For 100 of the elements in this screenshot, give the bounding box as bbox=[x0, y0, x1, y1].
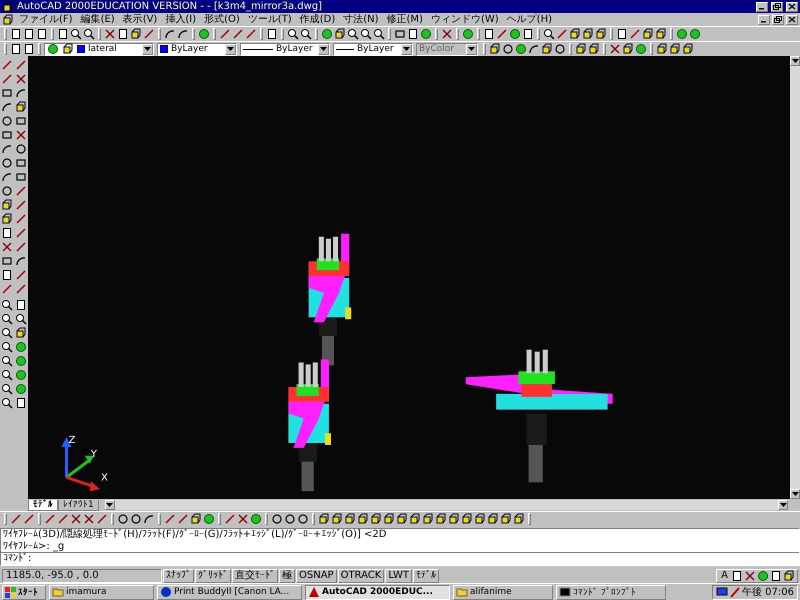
page-icon[interactable] bbox=[23, 28, 35, 40]
circle-tool-icon[interactable] bbox=[15, 143, 27, 155]
line-tool-icon[interactable] bbox=[44, 513, 56, 525]
sphere-icon[interactable] bbox=[462, 28, 474, 40]
menu-item[interactable]: ファイル(F) bbox=[16, 14, 76, 26]
line-tool-icon[interactable] bbox=[15, 59, 27, 71]
cube-tool-icon[interactable] bbox=[461, 513, 473, 525]
page-icon[interactable] bbox=[1, 227, 13, 239]
zoom-icon[interactable] bbox=[15, 313, 27, 325]
cube-tool-icon[interactable] bbox=[656, 43, 668, 55]
cube-tool-icon[interactable] bbox=[370, 513, 382, 525]
cube-tool-icon[interactable] bbox=[344, 513, 356, 525]
line-tool-icon[interactable] bbox=[164, 513, 176, 525]
line-tool-icon[interactable] bbox=[224, 513, 236, 525]
arc-tool-icon[interactable] bbox=[15, 255, 27, 267]
sphere-icon[interactable] bbox=[47, 43, 59, 55]
circle-tool-icon[interactable] bbox=[1, 185, 13, 197]
cube-tool-icon[interactable] bbox=[2, 14, 14, 26]
line-tool-icon[interactable] bbox=[1, 59, 13, 71]
cube-tool-icon[interactable] bbox=[448, 513, 460, 525]
zoom-icon[interactable] bbox=[1, 383, 13, 395]
line-tool-icon[interactable] bbox=[232, 28, 244, 40]
rectangle-tool-icon[interactable] bbox=[1, 129, 13, 141]
close-icon[interactable] bbox=[788, 3, 796, 10]
menu-item[interactable]: 表示(V) bbox=[120, 14, 160, 26]
status-toggle[interactable]: OTRACK bbox=[338, 568, 384, 582]
zoom-icon[interactable] bbox=[1, 327, 13, 339]
line-tool-icon[interactable] bbox=[15, 283, 27, 295]
cube-tool-icon[interactable] bbox=[334, 28, 346, 40]
line-tool-icon[interactable] bbox=[556, 28, 568, 40]
zoom-icon[interactable] bbox=[287, 28, 299, 40]
cube-tool-icon[interactable] bbox=[357, 513, 369, 525]
sphere-icon[interactable] bbox=[250, 513, 262, 525]
menu-item[interactable]: 編集(E) bbox=[78, 14, 118, 26]
sphere-icon[interactable] bbox=[420, 28, 432, 40]
page-icon[interactable] bbox=[36, 28, 48, 40]
cube-tool-icon[interactable] bbox=[655, 28, 667, 40]
arc-tool-icon[interactable] bbox=[177, 28, 189, 40]
cross-tool-icon[interactable] bbox=[15, 129, 27, 141]
cube-tool-icon[interactable] bbox=[489, 43, 501, 55]
arc-tool-icon[interactable] bbox=[143, 513, 155, 525]
sphere-icon[interactable] bbox=[676, 28, 688, 40]
line-tool-icon[interactable] bbox=[96, 513, 108, 525]
line-tool-icon[interactable] bbox=[15, 241, 27, 253]
arc-tool-icon[interactable] bbox=[15, 87, 27, 99]
zoom-icon[interactable] bbox=[83, 28, 95, 40]
cross-tool-icon[interactable] bbox=[70, 513, 82, 525]
close-icon[interactable] bbox=[788, 16, 796, 23]
cube-tool-icon[interactable] bbox=[396, 513, 408, 525]
zoom-icon[interactable] bbox=[1, 369, 13, 381]
line-tool-icon[interactable] bbox=[245, 28, 257, 40]
line-tool-icon[interactable] bbox=[15, 199, 27, 211]
line-tool-icon[interactable] bbox=[15, 227, 27, 239]
zoom-icon[interactable] bbox=[1, 341, 13, 353]
circle-tool-icon[interactable] bbox=[297, 513, 309, 525]
taskbar-button[interactable]: Print BuddyII [Canon LA... bbox=[157, 584, 302, 600]
page-icon[interactable] bbox=[15, 397, 27, 409]
status-toggle[interactable]: ｸﾞﾘｯﾄﾞ bbox=[195, 568, 231, 582]
cube-tool-icon[interactable] bbox=[783, 570, 795, 582]
layer-dropdown[interactable]: lateral bbox=[44, 42, 154, 56]
line-tool-icon[interactable] bbox=[10, 513, 22, 525]
line-tool-icon[interactable] bbox=[1, 283, 13, 295]
line-tool-icon[interactable] bbox=[629, 28, 641, 40]
page-icon[interactable] bbox=[10, 43, 22, 55]
line-tool-icon[interactable] bbox=[15, 185, 27, 197]
start-button[interactable]: ｽﾀｰﾄ bbox=[2, 584, 46, 600]
sphere-icon[interactable] bbox=[198, 28, 210, 40]
sphere-icon[interactable] bbox=[15, 383, 27, 395]
zoom-icon[interactable] bbox=[347, 28, 359, 40]
zoom-icon[interactable] bbox=[360, 28, 372, 40]
sphere-icon[interactable] bbox=[757, 570, 769, 582]
cube-tool-icon[interactable] bbox=[575, 43, 587, 55]
sphere-icon[interactable] bbox=[321, 28, 333, 40]
arc-tool-icon[interactable] bbox=[164, 28, 176, 40]
menu-item[interactable]: ツール(T) bbox=[244, 14, 295, 26]
zoom-icon[interactable] bbox=[1, 299, 13, 311]
line-tool-icon[interactable] bbox=[496, 28, 508, 40]
line-tool-icon[interactable] bbox=[23, 513, 35, 525]
page-icon[interactable] bbox=[117, 28, 129, 40]
cross-tool-icon[interactable] bbox=[1, 241, 13, 253]
rectangle-tool-icon[interactable] bbox=[15, 171, 27, 183]
status-toggle[interactable]: LWT bbox=[385, 568, 412, 582]
line-tool-icon[interactable] bbox=[177, 513, 189, 525]
cube-tool-icon[interactable] bbox=[500, 513, 512, 525]
taskbar-button[interactable]: ｺﾏﾝﾄﾞ ﾌﾟﾛﾝﾌﾟﾄ bbox=[556, 584, 666, 600]
taskbar-button[interactable]: alifanime bbox=[453, 584, 553, 600]
rectangle-tool-icon[interactable] bbox=[1, 87, 13, 99]
rectangle-tool-icon[interactable] bbox=[394, 28, 406, 40]
sphere-icon[interactable] bbox=[689, 28, 701, 40]
menu-item[interactable]: 挿入(I) bbox=[162, 14, 200, 26]
circle-tool-icon[interactable] bbox=[554, 43, 566, 55]
status-toggle[interactable]: ｽﾅｯﾌﾟ bbox=[163, 568, 194, 582]
cube-tool-icon[interactable] bbox=[588, 43, 600, 55]
circle-tool-icon[interactable] bbox=[130, 513, 142, 525]
menu-item[interactable]: ヘルプ(H) bbox=[504, 14, 555, 26]
menu-item[interactable]: 寸法(N) bbox=[340, 14, 382, 26]
zoom-icon[interactable] bbox=[70, 28, 82, 40]
cube-tool-icon[interactable] bbox=[318, 513, 330, 525]
page-icon[interactable] bbox=[407, 28, 419, 40]
sphere-icon[interactable] bbox=[515, 43, 527, 55]
